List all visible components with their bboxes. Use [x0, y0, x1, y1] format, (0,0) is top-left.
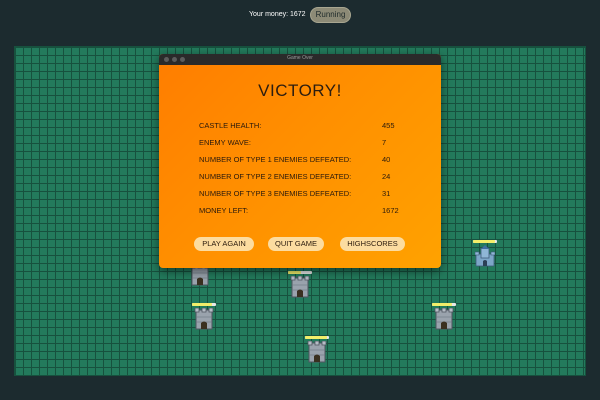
stat-type2-defeated: NUMBER OF TYPE 2 ENEMIES DEFEATED: 24 [199, 172, 419, 184]
stat-type1-defeated: NUMBER OF TYPE 1 ENEMIES DEFEATED: 40 [199, 155, 419, 167]
top-bar: Your money: 1672 Running [0, 0, 600, 32]
stone-tower-icon [194, 308, 214, 330]
play-again-button[interactable]: PLAY AGAIN [194, 237, 254, 251]
tower-2[interactable] [288, 271, 312, 299]
stat-enemy-wave: ENEMY WAVE: 7 [199, 138, 419, 150]
tower-health-fill [288, 271, 302, 274]
money-display: Your money: 1672 [249, 11, 306, 18]
stat-label: ENEMY WAVE: [199, 138, 251, 147]
castle-health-bar [473, 240, 497, 243]
tower-health-bar [432, 303, 456, 306]
stat-label: NUMBER OF TYPE 1 ENEMIES DEFEATED: [199, 155, 352, 164]
running-status-button[interactable]: Running [310, 7, 351, 23]
stat-value: 40 [382, 155, 391, 164]
stone-tower-icon [290, 276, 310, 298]
castle-health-fill [473, 240, 495, 243]
tower-health-bar [305, 336, 329, 339]
castle[interactable] [473, 240, 497, 268]
tower-5[interactable] [305, 336, 329, 364]
tower-3[interactable] [192, 303, 216, 331]
stat-value: 7 [382, 138, 387, 147]
quit-game-button[interactable]: QUIT GAME [268, 237, 324, 251]
game-over-dialog: Game Over VICTORY! CASTLE HEALTH: 455 EN… [159, 54, 441, 268]
stat-money-left: MONEY LEFT: 1672 [199, 206, 419, 218]
tower-4[interactable] [432, 303, 456, 331]
tower-health-bar [192, 303, 216, 306]
highscores-button[interactable]: HIGHSCORES [340, 237, 405, 251]
stat-label: MONEY LEFT: [199, 206, 249, 215]
stat-type3-defeated: NUMBER OF TYPE 3 ENEMIES DEFEATED: 31 [199, 189, 419, 201]
stat-value: 455 [382, 121, 395, 130]
tower-health-bar [288, 271, 312, 274]
victory-heading: VICTORY! [258, 81, 342, 100]
stat-castle-health: CASTLE HEALTH: 455 [199, 121, 419, 133]
tower-health-fill [305, 336, 327, 339]
stone-tower-icon [434, 308, 454, 330]
blue-castle-icon [475, 245, 495, 267]
dialog-window-title: Game Over [287, 55, 313, 61]
stat-value: 1672 [382, 206, 399, 215]
stat-label: NUMBER OF TYPE 3 ENEMIES DEFEATED: [199, 189, 352, 198]
tower-health-fill [432, 303, 453, 306]
tower-health-fill [192, 303, 213, 306]
stat-value: 24 [382, 172, 391, 181]
stat-label: NUMBER OF TYPE 2 ENEMIES DEFEATED: [199, 172, 352, 181]
dialog-titlebar: Game Over [159, 54, 441, 65]
stat-label: CASTLE HEALTH: [199, 121, 262, 130]
stone-tower-icon [307, 341, 327, 363]
stat-value: 31 [382, 189, 391, 198]
